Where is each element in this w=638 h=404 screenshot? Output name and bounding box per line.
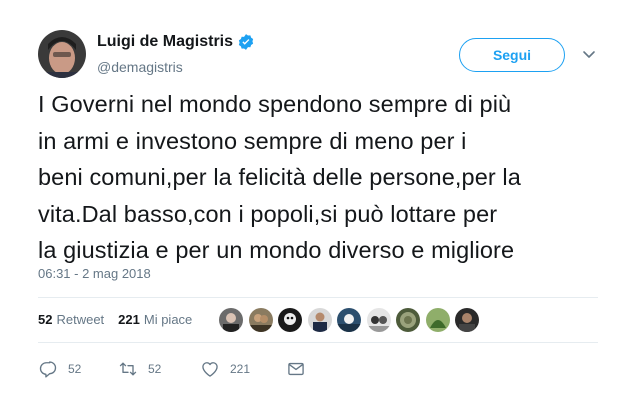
like-count: 221 [118, 312, 140, 327]
retweet-button[interactable]: 52 [118, 359, 200, 379]
liker-avatar[interactable] [396, 308, 420, 332]
liker-avatar[interactable] [307, 308, 332, 332]
liker-avatar[interactable] [455, 308, 479, 332]
follow-button[interactable]: Segui [459, 38, 565, 72]
tweet-stats: 52 Retweet 221 Mi piace [38, 312, 206, 327]
display-name[interactable]: Luigi de Magistris [97, 33, 233, 51]
reply-button[interactable]: 52 [38, 359, 118, 379]
direct-message-button[interactable] [286, 359, 306, 379]
like-label: Mi piace [143, 312, 193, 327]
chevron-down-icon[interactable] [581, 46, 597, 62]
like-count-action: 221 [230, 362, 251, 376]
liker-avatar[interactable] [219, 308, 243, 332]
retweet-stat[interactable]: 52 Retweet [38, 312, 104, 327]
tweet-text: I Governi nel mondo spendono sempre di p… [38, 91, 521, 263]
divider [38, 297, 598, 298]
verified-badge-icon [238, 34, 254, 50]
reply-icon [39, 361, 57, 378]
like-stat[interactable]: 221 Mi piace [118, 312, 192, 327]
tweet-card: Luigi de Magistris @demagistris Segui I … [0, 0, 638, 404]
liker-avatar[interactable] [366, 308, 391, 332]
liker-avatar[interactable] [337, 308, 361, 332]
like-button[interactable]: 221 [200, 359, 286, 379]
tweet-actions: 52 52 221 [38, 359, 306, 379]
liker-avatar[interactable] [425, 308, 450, 332]
retweet-label: Retweet [56, 312, 105, 327]
tweet-timestamp[interactable]: 06:31 - 2 mag 2018 [38, 266, 151, 281]
likers-avatars [219, 308, 485, 332]
divider [38, 342, 598, 343]
envelope-icon [288, 362, 304, 376]
avatar[interactable] [38, 30, 86, 78]
heart-icon [202, 362, 218, 377]
liker-avatar[interactable] [278, 308, 302, 332]
user-handle[interactable]: @demagistris [97, 59, 183, 75]
retweet-count-action: 52 [148, 362, 162, 376]
retweet-count: 52 [38, 312, 53, 327]
liker-avatar[interactable] [248, 308, 273, 332]
retweet-icon [119, 362, 137, 376]
reply-count: 52 [68, 362, 82, 376]
